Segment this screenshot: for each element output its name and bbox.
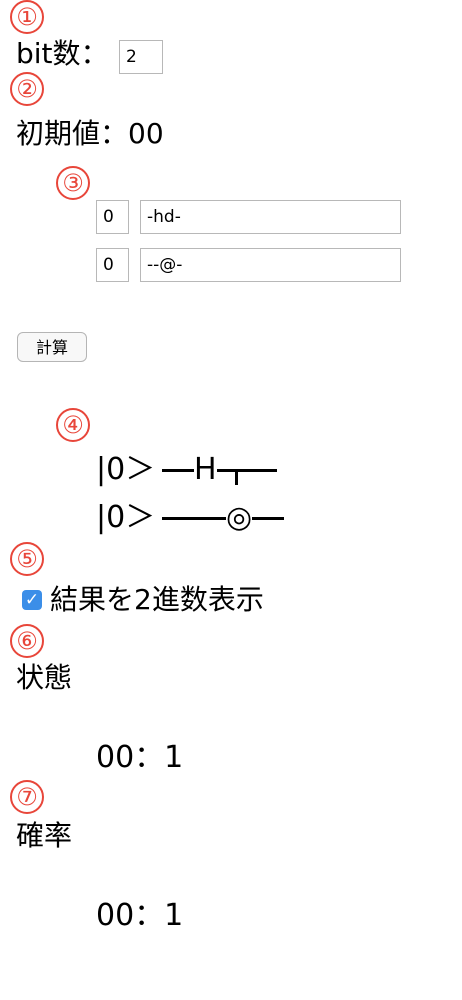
state-result: 00：1: [96, 740, 184, 775]
binary-display-checkbox[interactable]: ✓: [22, 590, 42, 610]
qubit-0-init-input[interactable]: [96, 200, 129, 234]
hadamard-gate: H: [194, 452, 217, 487]
circuit-line-1: |0＞ ◎: [96, 500, 285, 536]
circuit-line-0: |0＞ H: [96, 452, 277, 489]
qubit-0-gate-input[interactable]: [140, 200, 401, 234]
state-heading: 状態: [16, 661, 73, 694]
target-gate-icon: ◎: [226, 500, 253, 535]
qubit-1-init-input[interactable]: [96, 248, 129, 282]
annotation-marker-6: ⑥: [10, 624, 44, 658]
binary-display-label: 結果を2進数表示: [50, 583, 264, 616]
wire-segment: [162, 517, 226, 520]
initial-value: 00: [128, 117, 164, 150]
probability-heading: 確率: [16, 819, 73, 852]
control-connector: [216, 453, 277, 489]
annotation-marker-5: ⑤: [10, 542, 44, 576]
qubit-1-gate-input[interactable]: [140, 248, 401, 282]
bit-count-label: bit数：: [16, 37, 109, 70]
wire-segment: [216, 468, 277, 472]
qubit-0-ket: |0＞: [96, 452, 156, 487]
initial-value-label: 初期値：: [16, 117, 129, 150]
wire-segment: [252, 517, 285, 520]
annotation-marker-4: ④: [56, 408, 90, 442]
annotation-marker-3: ③: [56, 166, 90, 200]
annotation-marker-2: ②: [10, 72, 44, 106]
calculate-button[interactable]: 計算: [17, 332, 87, 362]
qubit-1-ket: |0＞: [96, 500, 156, 535]
wire-segment: [162, 469, 194, 472]
annotation-marker-7: ⑦: [10, 780, 44, 814]
bit-count-input[interactable]: [119, 40, 163, 74]
control-line: [234, 468, 238, 485]
probability-result: 00：1: [96, 898, 184, 933]
annotation-marker-1: ①: [10, 0, 44, 34]
initial-value-row: 初期値：00: [16, 118, 164, 150]
